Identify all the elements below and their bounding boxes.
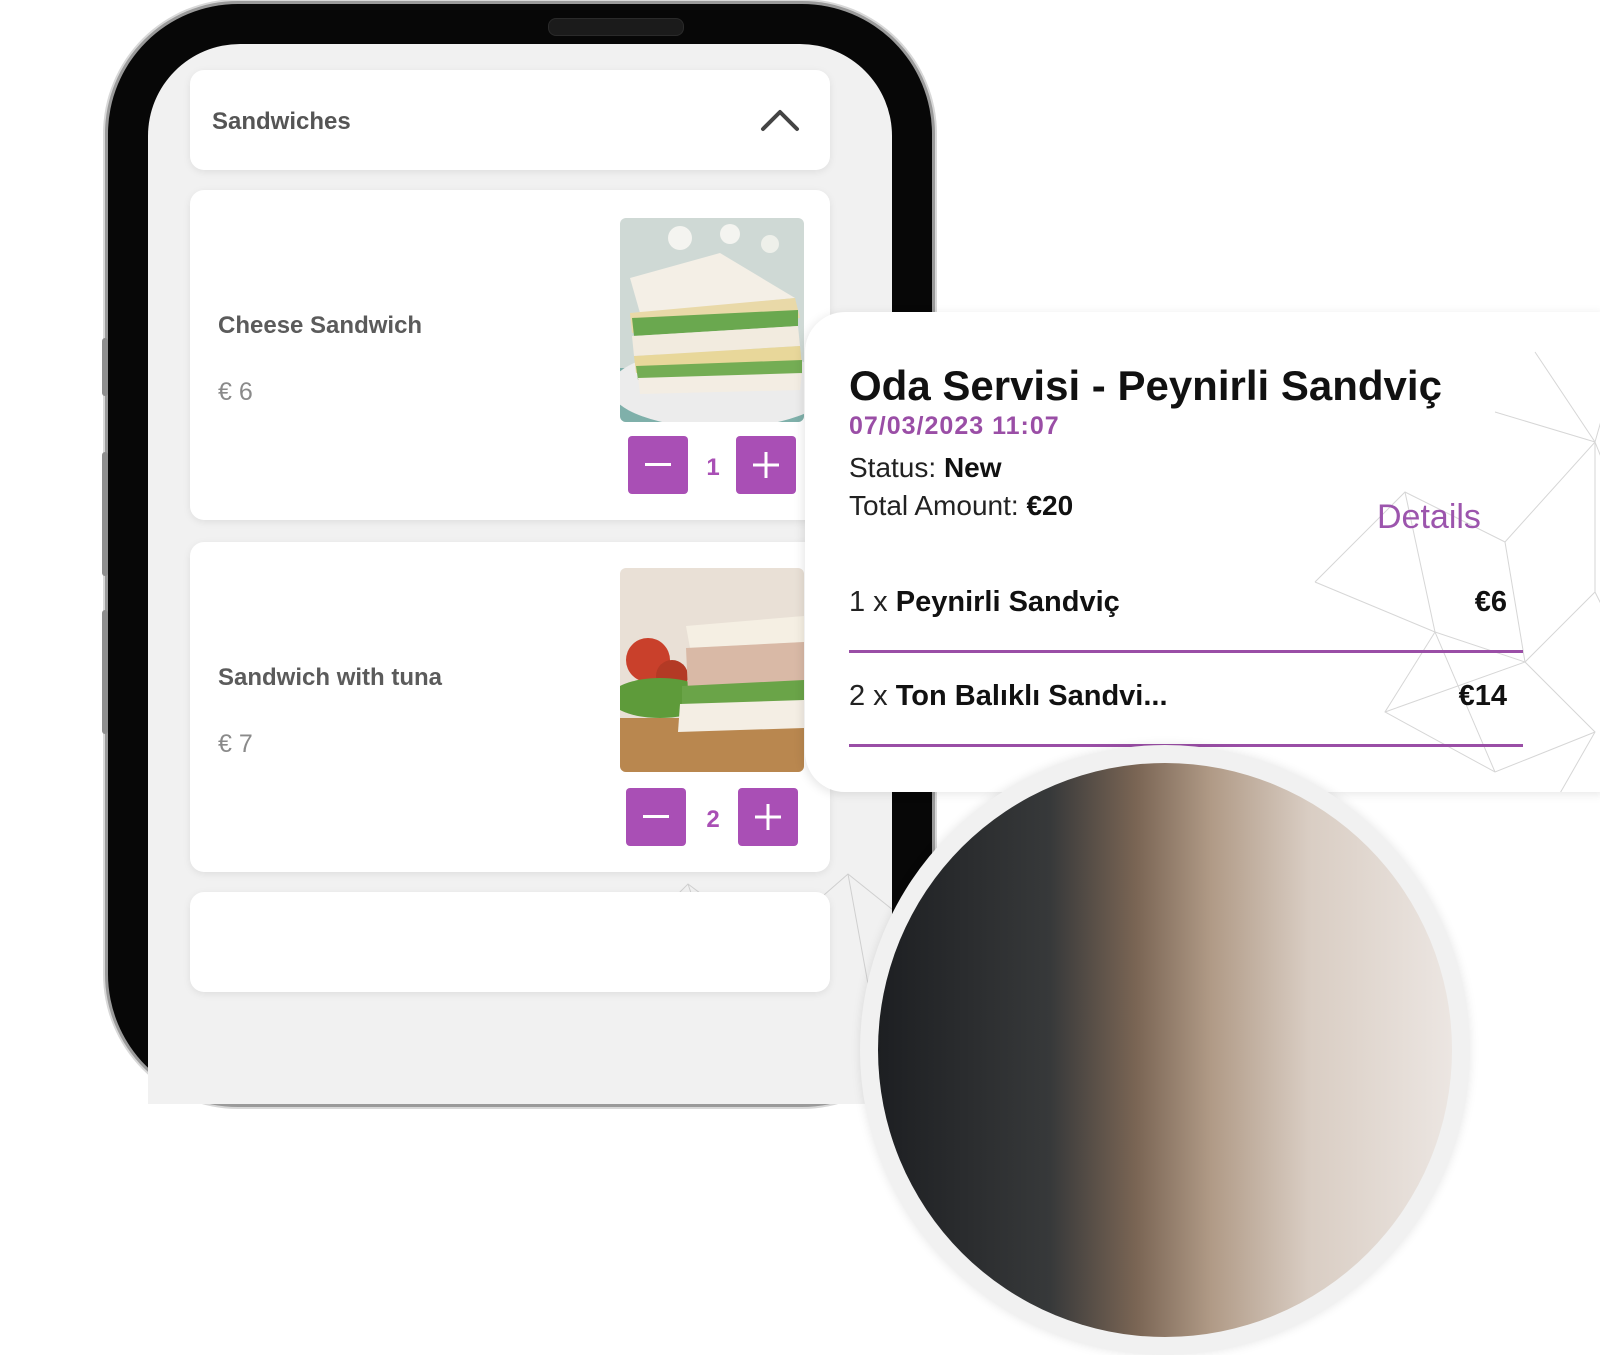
hotel-lobby-image: [878, 763, 1452, 1337]
menu-item-card: Sandwich with tuna € 7 2: [190, 542, 830, 872]
item-name: Cheese Sandwich: [218, 312, 423, 339]
minus-icon: [645, 463, 671, 466]
phone-side-button: [102, 338, 108, 396]
line-price: €6: [1474, 586, 1507, 618]
phone-side-button: [102, 452, 108, 576]
status-label: Status:: [849, 452, 944, 483]
plus-icon: [753, 452, 779, 478]
total-label: Total Amount:: [849, 490, 1027, 521]
order-line-item: 2 x Ton Balıklı Sandvi... €14: [849, 680, 1523, 720]
item-name: Sandwich with tuna: [218, 664, 443, 691]
chevron-up-icon[interactable]: [760, 104, 800, 134]
order-datetime: 07/03/2023 11:07: [849, 412, 1060, 440]
line-qty: 1 x: [849, 586, 896, 618]
decrement-button[interactable]: [626, 788, 686, 846]
order-card: Oda Servisi - Peynirli Sandviç 07/03/202…: [805, 312, 1600, 792]
order-title: Oda Servisi - Peynirli Sandviç: [849, 362, 1442, 409]
quantity-value: 2: [706, 806, 720, 833]
phone-speaker: [548, 18, 684, 36]
hotel-photo-circle: [860, 745, 1470, 1355]
item-price: € 7: [218, 730, 253, 758]
quantity-value: 1: [706, 454, 720, 481]
line-name: Ton Balıklı Sandvi...: [895, 680, 1168, 712]
increment-button[interactable]: [736, 436, 796, 494]
divider: [849, 650, 1523, 653]
phone-screen: Sandwiches Cheese Sandwich € 6 1 Sandwic…: [148, 44, 892, 1104]
details-link[interactable]: Details: [1377, 498, 1481, 537]
menu-item-card: Cheese Sandwich € 6 1: [190, 190, 830, 520]
cheese-sandwich-image: [620, 218, 804, 422]
phone-side-button: [102, 610, 108, 734]
decrement-button[interactable]: [628, 436, 688, 494]
minus-icon: [643, 815, 669, 818]
status-value: New: [943, 452, 1002, 483]
menu-item-card: [190, 892, 830, 992]
order-line-item: 1 x Peynirli Sandviç €6: [849, 586, 1523, 626]
item-price: € 6: [218, 378, 253, 406]
tuna-sandwich-image: [620, 568, 804, 772]
line-name: Peynirli Sandviç: [895, 586, 1120, 618]
order-total: Total Amount: €20: [849, 490, 1073, 522]
plus-icon: [755, 804, 781, 830]
increment-button[interactable]: [738, 788, 798, 846]
order-status: Status: New: [849, 452, 1002, 484]
line-price: €14: [1458, 680, 1507, 712]
category-header[interactable]: Sandwiches: [190, 70, 830, 170]
category-title: Sandwiches: [212, 108, 351, 135]
total-value: €20: [1026, 490, 1074, 521]
line-qty: 2 x: [849, 680, 896, 712]
